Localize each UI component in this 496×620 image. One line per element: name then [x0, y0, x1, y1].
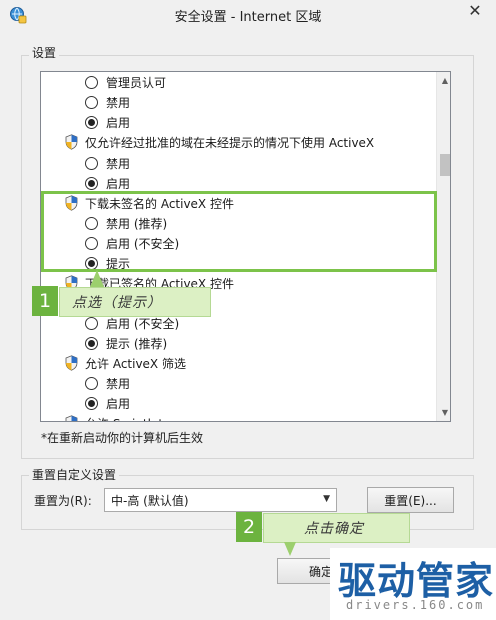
callout-pointer [90, 270, 104, 287]
highlight-box [41, 191, 437, 272]
radio-option[interactable]: 管理员认可 [41, 72, 436, 92]
radio-option-label: 启用 [106, 396, 131, 411]
radio-option-label: 启用 [106, 115, 131, 130]
radio-option-label: 禁用 [106, 376, 131, 391]
radio-unchecked-icon[interactable] [85, 156, 98, 170]
radio-option-label: 启用 (不安全) [106, 316, 180, 331]
watermark-sub: drivers.160.com [346, 598, 485, 612]
scroll-up-arrow-icon[interactable]: ▲ [437, 72, 450, 89]
radio-checked-icon[interactable] [85, 336, 98, 350]
setting-header: 仅允许经过批准的域在未经提示的情况下使用 ActiveX [41, 132, 436, 152]
radio-checked-icon[interactable] [85, 396, 98, 410]
window-title: 安全设置 - Internet 区域 [174, 10, 322, 25]
security-level-select[interactable]: 中-高 (默认值) ▼ [104, 488, 337, 512]
setting-header-label: 允许 Scriptlet [85, 415, 163, 422]
scroll-down-arrow-icon[interactable]: ▼ [437, 404, 450, 421]
reset-button[interactable]: 重置(E)... [367, 487, 454, 513]
chevron-down-icon: ▼ [323, 494, 330, 504]
setting-header: 允许 ActiveX 筛选 [41, 353, 436, 373]
radio-unchecked-icon[interactable] [85, 376, 98, 390]
watermark-main: 驱动管家 [338, 559, 495, 603]
radio-option[interactable]: 启用 [41, 173, 436, 193]
radio-option[interactable]: 提示 (推荐) [41, 333, 436, 353]
security-level-value: 中-高 (默认值) [111, 493, 189, 508]
radio-option-label: 管理员认可 [106, 75, 167, 90]
radio-option-label: 禁用 [106, 156, 131, 171]
radio-option[interactable]: 禁用 [41, 153, 436, 173]
step-badge-1: 1 [32, 286, 58, 316]
shield-icon [65, 355, 78, 371]
setting-header: 允许 Scriptlet [41, 413, 436, 422]
vertical-scrollbar[interactable]: ▲ ▼ [436, 72, 450, 421]
reset-to-label: 重置为(R): [34, 494, 92, 508]
radio-option-label: 提示 (推荐) [106, 336, 168, 351]
radio-checked-icon[interactable] [85, 115, 98, 129]
radio-unchecked-icon[interactable] [85, 95, 98, 109]
restart-note: *在重新启动你的计算机后生效 [41, 431, 204, 445]
radio-option[interactable]: 启用 [41, 393, 436, 413]
setting-header-label: 仅允许经过批准的域在未经提示的情况下使用 ActiveX [85, 135, 375, 150]
radio-unchecked-icon[interactable] [85, 316, 98, 330]
reset-group-label: 重置自定义设置 [29, 466, 120, 483]
radio-option-label: 禁用 [106, 95, 131, 110]
callout-pointer [284, 542, 296, 556]
settings-group-label: 设置 [29, 44, 60, 61]
close-button[interactable]: ✕ [458, 0, 492, 20]
close-icon: ✕ [468, 0, 482, 20]
scroll-thumb[interactable] [440, 154, 450, 176]
watermark-logo: 驱动管家 drivers.160.com [330, 548, 496, 620]
radio-option[interactable]: 启用 [41, 112, 436, 132]
setting-header-label: 允许 ActiveX 筛选 [85, 356, 186, 371]
shield-icon [65, 134, 78, 150]
callout-step-1: 点选（提示） [59, 287, 211, 317]
radio-option[interactable]: 禁用 [41, 92, 436, 112]
radio-checked-icon[interactable] [85, 176, 98, 190]
step-badge-2: 2 [236, 512, 262, 542]
radio-option[interactable]: 禁用 [41, 373, 436, 393]
shield-icon [65, 415, 78, 421]
radio-option-label: 启用 [106, 176, 131, 191]
radio-unchecked-icon[interactable] [85, 75, 98, 89]
callout-step-2: 点击确定 [263, 513, 410, 543]
